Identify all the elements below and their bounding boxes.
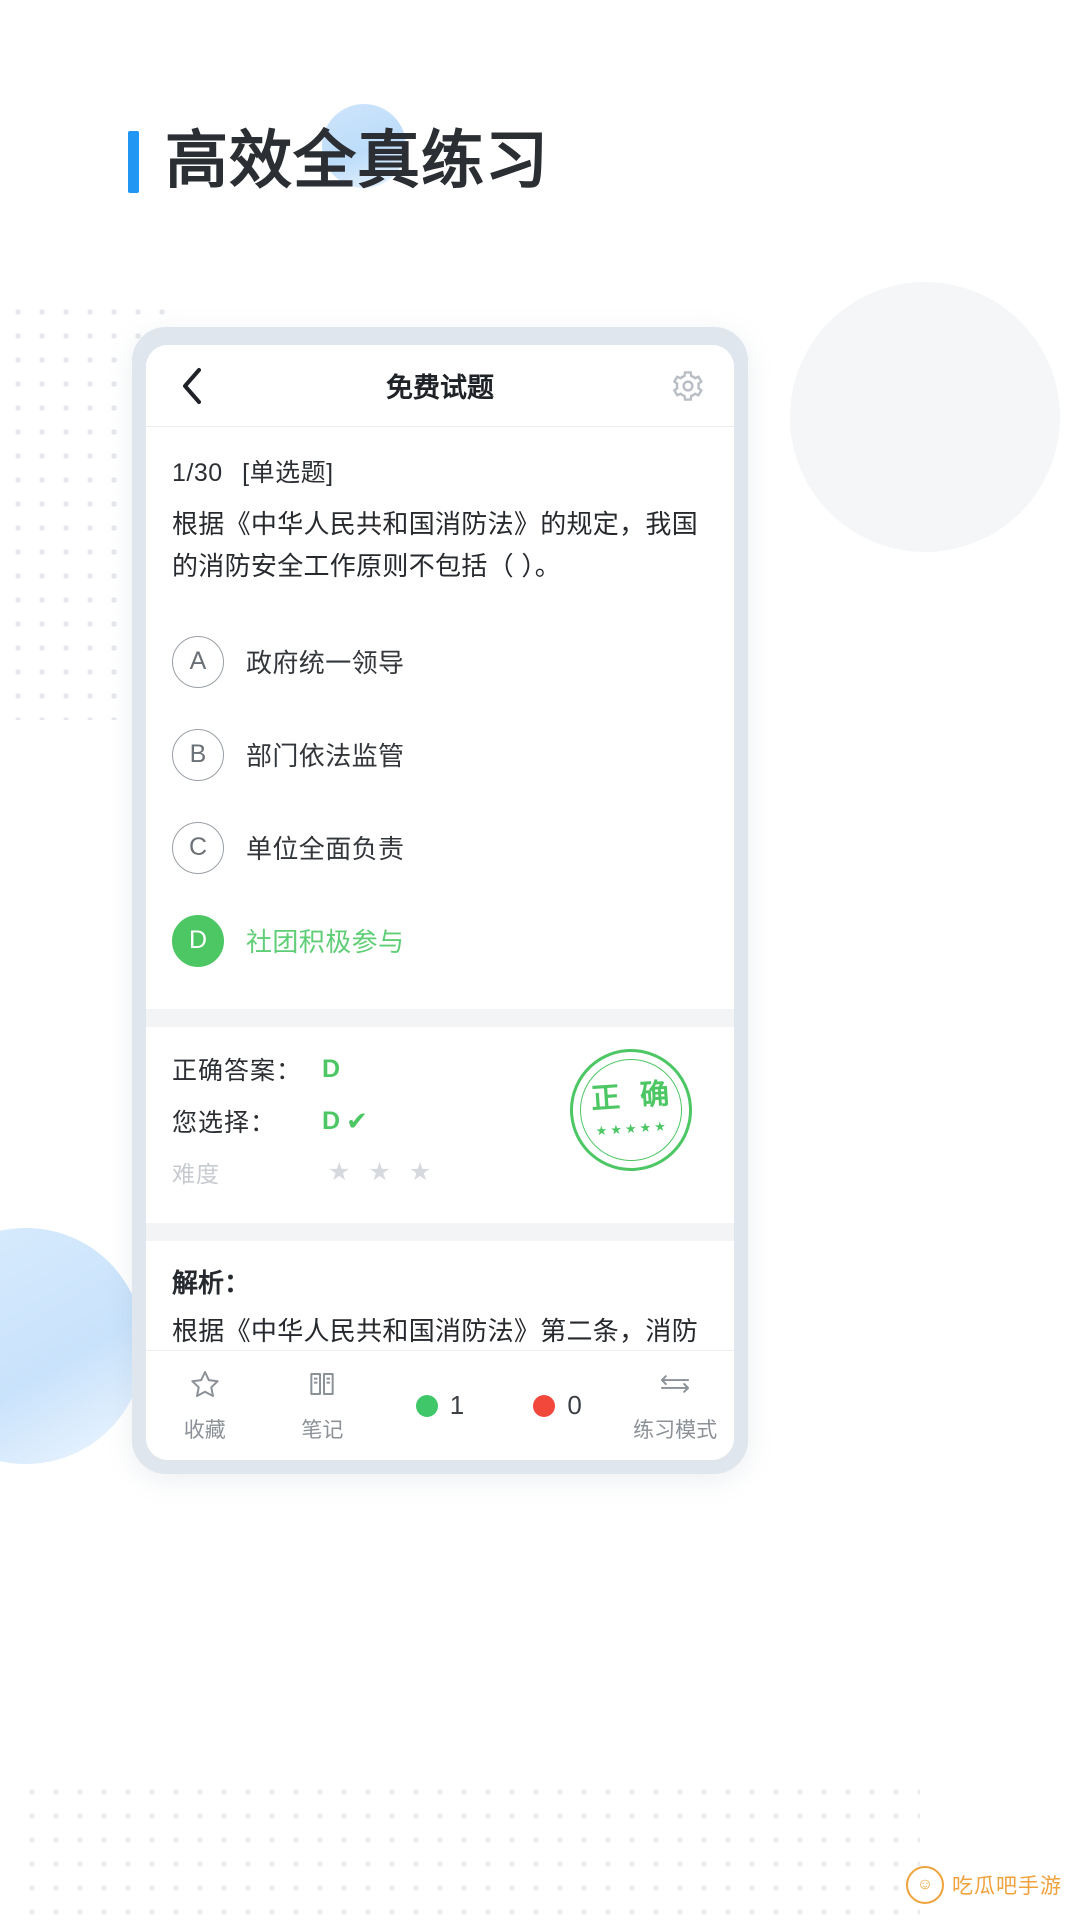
question-body: 1/30 [单选题] 根据《中华人民共和国消防法》的规定，我国的消防安全工作原则… (146, 427, 734, 588)
correct-count-indicator[interactable]: 1 (381, 1390, 499, 1421)
tab-note-label: 笔记 (301, 1418, 344, 1442)
wrong-count-indicator[interactable]: 0 (499, 1390, 617, 1421)
dot-pattern-bottom (20, 1780, 920, 1920)
analysis-block: 解析： 根据《中华人民共和国消防法》第二条，消防工作贯彻预防为主、防消结合的方针… (146, 1241, 734, 1350)
option-label: 部门依法监管 (246, 741, 405, 772)
option-row[interactable]: B 部门依法监管 (172, 708, 708, 801)
app-header: 免费试题 (146, 345, 734, 427)
question-stem: 根据《中华人民共和国消防法》的规定，我国的消防安全工作原则不包括（ ）。 (172, 509, 699, 582)
page-title: 免费试题 (386, 373, 494, 403)
bottom-tabbar: 收藏 笔记 1 0 练习模式 (146, 1350, 734, 1460)
check-icon: ✔ (346, 1105, 368, 1136)
page-headline: 高效全真练习 (128, 130, 549, 193)
question-meta: 1/30 [单选题] (172, 453, 708, 489)
tab-favorite[interactable]: 收藏 (146, 1368, 264, 1444)
stamp-label: 正 确 (590, 1078, 677, 1116)
analysis-title: 解析： (172, 1268, 251, 1299)
difficulty-star-icon: ★ (368, 1158, 391, 1187)
correct-count-value: 1 (449, 1390, 465, 1420)
chevron-left-icon[interactable] (170, 364, 214, 408)
arrows-horizontal-icon (658, 1368, 692, 1405)
watermark-text: 吃瓜吧手游 (952, 1875, 1062, 1898)
note-icon (306, 1368, 338, 1405)
option-letter-badge: C (172, 821, 224, 874)
tab-practice-mode[interactable]: 练习模式 (616, 1368, 734, 1444)
option-row[interactable]: C 单位全面负责 (172, 801, 708, 894)
option-label: 社团积极参与 (246, 927, 405, 958)
wrong-count-value: 0 (567, 1390, 582, 1420)
watermark: ☺ 吃瓜吧手游 (906, 1866, 1062, 1904)
phone-screen: 免费试题 1/30 [单选题] 根据《中华人民共和国消防法》的规定，我国的消防安… (146, 345, 734, 1460)
option-letter-badge: D (172, 914, 224, 967)
headline-accent-bar (128, 130, 139, 193)
difficulty-star-icon: ★ (328, 1158, 351, 1187)
grey-circle-decoration (790, 282, 1060, 552)
correct-answer-value: D (322, 1054, 341, 1083)
tab-favorite-label: 收藏 (183, 1418, 226, 1442)
tab-practice-mode-label: 练习模式 (633, 1418, 718, 1442)
question-type: [单选题] (242, 459, 334, 487)
gear-icon[interactable] (666, 364, 710, 408)
option-row[interactable]: A 政府统一领导 (172, 615, 708, 708)
blue-circle-decoration-bottom (0, 1228, 144, 1464)
section-divider (146, 1009, 734, 1028)
option-label: 政府统一领导 (246, 648, 405, 679)
answer-block: 正确答案： D 您选择： D ✔ 难度 ★ ★ ★ 正 确 ★★★★★ (146, 1027, 734, 1224)
option-letter-badge: B (172, 728, 224, 781)
melon-icon: ☺ (906, 1866, 944, 1904)
difficulty-label: 难度 (172, 1161, 220, 1188)
green-dot-icon (415, 1394, 438, 1417)
option-label: 单位全面负责 (246, 834, 405, 865)
section-divider (146, 1223, 734, 1242)
your-answer-label: 您选择： (172, 1109, 277, 1138)
your-answer-value: D (322, 1106, 341, 1135)
analysis-text: 根据《中华人民共和国消防法》第二条，消防工作贯彻预防为主、防消结合的方针，按照政… (172, 1316, 699, 1347)
option-row-selected[interactable]: D 社团积极参与 (172, 894, 708, 987)
red-dot-icon (533, 1394, 556, 1417)
star-outline-icon (189, 1368, 221, 1405)
tab-note[interactable]: 笔记 (264, 1368, 382, 1444)
option-letter-badge: A (172, 635, 224, 688)
phone-mockup-frame: 免费试题 1/30 [单选题] 根据《中华人民共和国消防法》的规定，我国的消防安… (132, 327, 748, 1474)
difficulty-star-icon: ★ (408, 1158, 432, 1187)
headline-text: 高效全真练习 (165, 126, 549, 196)
option-list: A 政府统一领导 B 部门依法监管 C 单位全面负责 D 社团积极参与 (146, 587, 734, 1010)
correct-answer-label: 正确答案： (172, 1057, 303, 1086)
question-index: 1/30 (172, 459, 223, 487)
